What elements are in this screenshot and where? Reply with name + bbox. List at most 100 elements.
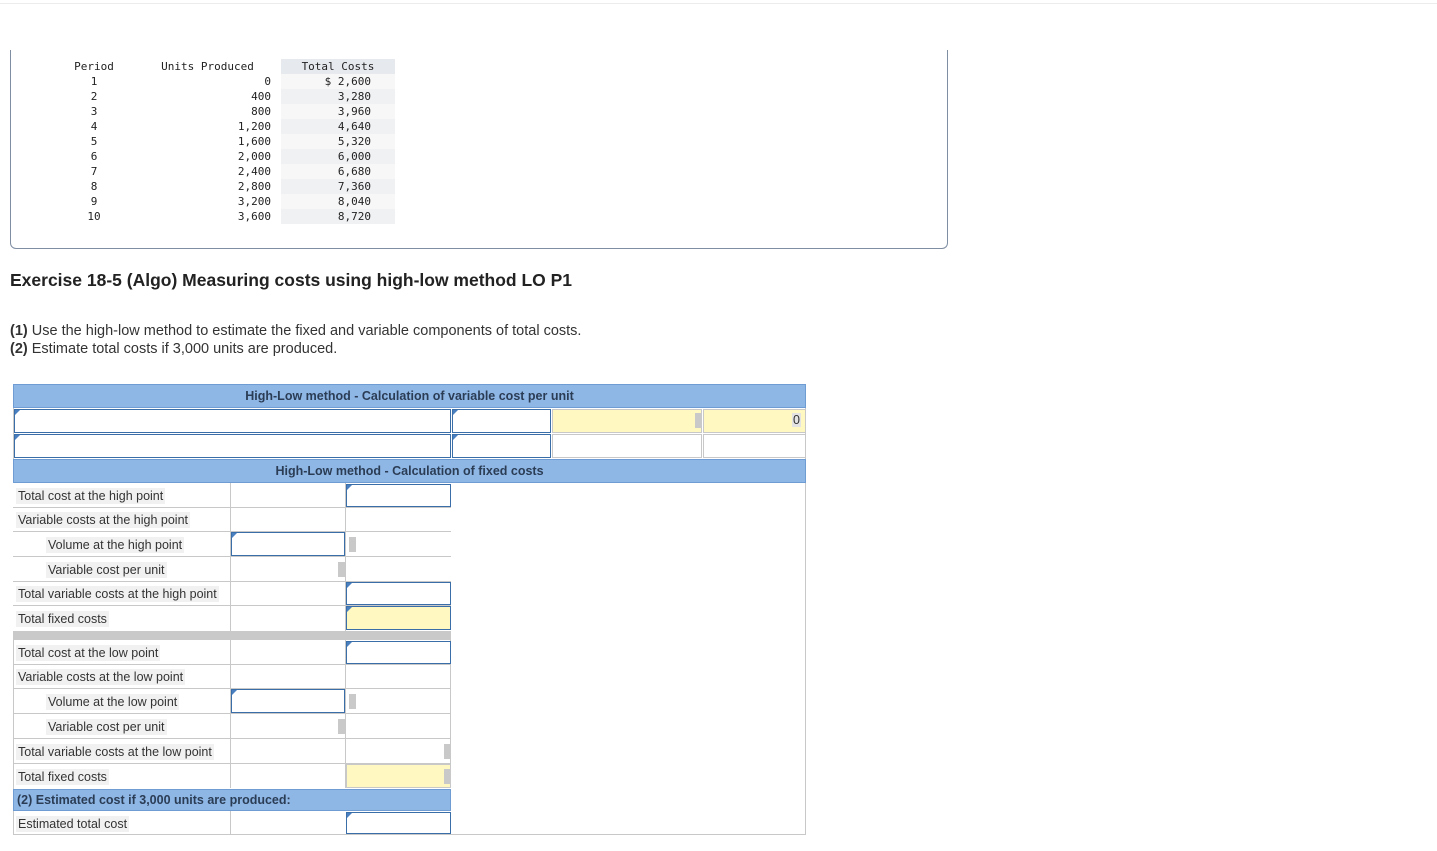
row-divider	[13, 713, 451, 714]
estimate-label-cell	[13, 811, 231, 835]
label-volume-high: Volume at the high point	[46, 537, 185, 553]
label-volume-low: Volume at the low point	[46, 694, 180, 710]
table-row: 1 0 $ 2,600	[54, 74, 395, 89]
units-cell: 800	[134, 104, 281, 119]
units-cell: 400	[134, 89, 281, 104]
period-cell: 4	[54, 119, 134, 134]
units-cell: 1,600	[134, 134, 281, 149]
cost-data-table: Period Units Produced Total Costs 1 0 $ 2,…	[54, 59, 395, 224]
placeholder-marker	[349, 537, 356, 552]
variable-row2-computed	[552, 434, 702, 458]
cost-cell: 5,320	[281, 134, 395, 149]
label-total-variable-high: Total variable costs at the high point	[16, 586, 219, 602]
variable-row2-result	[703, 434, 806, 458]
placeholder-marker	[338, 562, 345, 577]
period-cell: 7	[54, 164, 134, 179]
period-cell: 10	[54, 209, 134, 224]
section-separator	[13, 631, 451, 640]
variable-row1-label-input[interactable]	[14, 409, 451, 433]
estimate-header: (2) Estimated cost if 3,000 units are pr…	[13, 789, 451, 811]
table-row: 5 1,600 5,320	[54, 134, 395, 149]
low-label-column	[13, 640, 231, 788]
units-cell: 2,400	[134, 164, 281, 179]
placeholder-marker	[444, 769, 451, 784]
label-fixed-low: Total fixed costs	[16, 769, 109, 785]
label-total-cost-low: Total cost at the low point	[16, 645, 161, 661]
header-period: Period	[74, 60, 114, 73]
label-vcpu-low: Variable cost per unit	[46, 719, 167, 735]
low-mid-column	[231, 640, 346, 788]
units-cell: 0	[134, 74, 281, 89]
cost-cell: 8,720	[281, 209, 395, 224]
units-cell: 3,600	[134, 209, 281, 224]
instructions: (1) Use the high-low method to estimate …	[10, 322, 581, 358]
volume-high-input[interactable]	[231, 532, 345, 556]
label-fixed-high: Total fixed costs	[16, 611, 109, 627]
units-cell: 3,200	[134, 194, 281, 209]
units-cell: 1,200	[134, 119, 281, 134]
total-variable-high-input[interactable]	[346, 582, 451, 605]
variable-row1-computed	[552, 409, 702, 433]
instruction-2-number: (2)	[10, 341, 28, 357]
row-divider	[13, 507, 451, 508]
label-vcpu-high: Variable cost per unit	[46, 562, 167, 578]
table-row: 2 400 3,280	[54, 89, 395, 104]
label-total-variable-low: Total variable costs at the low point	[16, 744, 214, 760]
instruction-1-number: (1)	[10, 323, 28, 339]
period-cell: 9	[54, 194, 134, 209]
high-label-column	[13, 483, 231, 631]
variable-cost-header: High-Low method - Calculation of variabl…	[13, 384, 806, 408]
table-row: 9 3,200 8,040	[54, 194, 395, 209]
placeholder-marker	[444, 744, 451, 759]
cost-cell: 6,680	[281, 164, 395, 179]
table-row: 4 1,200 4,640	[54, 119, 395, 134]
high-mid-column	[231, 483, 346, 631]
instruction-1-text: Use the high-low method to estimate the …	[27, 323, 582, 339]
total-cost-high-input[interactable]	[346, 484, 451, 507]
cost-cell: 3,280	[281, 89, 395, 104]
period-cell: 6	[54, 149, 134, 164]
units-cell: 2,800	[134, 179, 281, 194]
label-variable-costs-high: Variable costs at the high point	[16, 512, 191, 528]
fixed-cost-header: High-Low method - Calculation of fixed c…	[13, 459, 806, 483]
variable-cost-result-value: 0	[792, 413, 801, 427]
period-cell: 1	[54, 74, 134, 89]
placeholder-marker	[349, 694, 356, 709]
table-row: 7 2,400 6,680	[54, 164, 395, 179]
variable-row1-value-input[interactable]	[452, 409, 551, 433]
exercise-title: Exercise 18-5 (Algo) Measuring costs usi…	[10, 270, 573, 290]
placeholder-marker	[338, 719, 345, 734]
cost-cell: 4,640	[281, 119, 395, 134]
period-cell: 3	[54, 104, 134, 119]
row-divider	[13, 664, 451, 665]
cost-cell: 6,000	[281, 149, 395, 164]
header-units: Units Produced	[161, 60, 254, 73]
units-cell: 2,000	[134, 149, 281, 164]
cost-cell: 3,960	[281, 104, 395, 119]
variable-cost-per-unit-result: 0	[703, 409, 806, 433]
table-row: 6 2,000 6,000	[54, 149, 395, 164]
fixed-low-result	[346, 764, 451, 788]
label-variable-costs-low: Variable costs at the low point	[16, 669, 186, 685]
table-row: 3 800 3,960	[54, 104, 395, 119]
variable-row2-label-input[interactable]	[14, 434, 451, 458]
table-row: 8 2,800 7,360	[54, 179, 395, 194]
header-costs: Total Costs	[281, 59, 395, 74]
period-cell: 8	[54, 179, 134, 194]
row-divider	[13, 556, 451, 557]
fixed-high-result	[346, 606, 451, 630]
row-divider	[13, 738, 451, 739]
cost-cell: $ 2,600	[281, 74, 395, 89]
period-cell: 2	[54, 89, 134, 104]
estimated-total-cost-input[interactable]	[346, 812, 451, 834]
label-total-cost-high: Total cost at the high point	[16, 488, 166, 504]
table-row: 10 3,600 8,720	[54, 209, 395, 224]
cost-cell: 7,360	[281, 179, 395, 194]
volume-low-input[interactable]	[231, 689, 345, 713]
top-divider	[0, 3, 1437, 4]
total-cost-low-input[interactable]	[346, 641, 451, 664]
period-cell: 5	[54, 134, 134, 149]
instruction-2-text: Estimate total costs if 3,000 units are …	[27, 341, 338, 357]
variable-row2-value-input[interactable]	[452, 434, 551, 458]
cost-cell: 8,040	[281, 194, 395, 209]
